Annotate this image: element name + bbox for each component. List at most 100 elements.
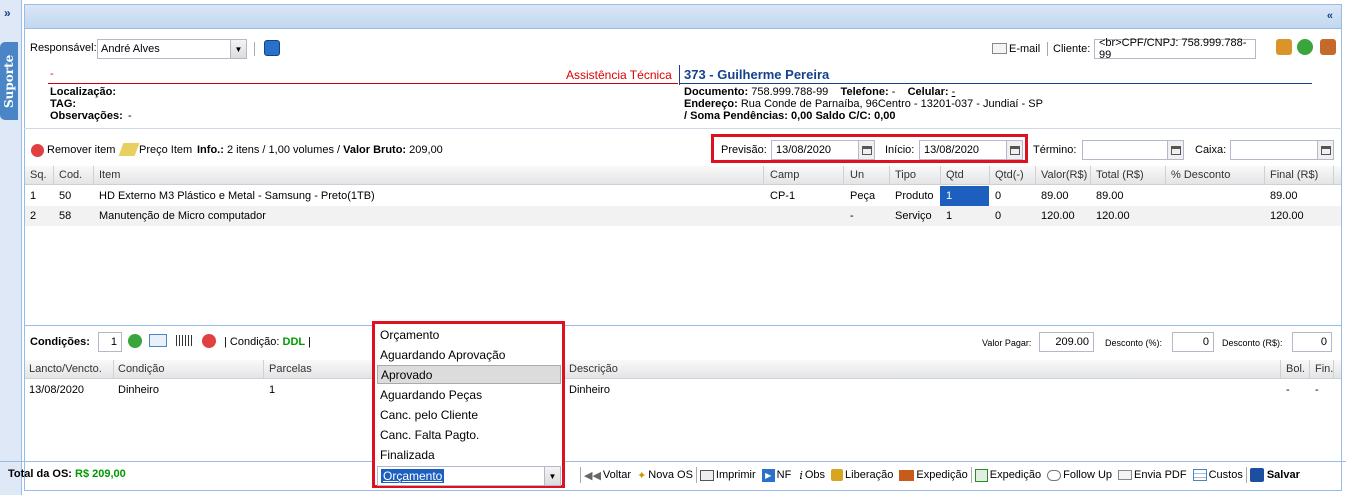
email-icon[interactable] [992,43,1007,54]
nova-os-button[interactable]: ✦ Nova OS [637,469,693,482]
col-header[interactable]: Cod. [59,169,82,181]
desconto-pct-label: Desconto (%): [1105,338,1163,348]
col-header[interactable]: Qtd(-) [995,169,1024,181]
card-icon[interactable] [149,334,167,347]
liberacao-label: Liberação [845,469,894,481]
previsao-label: Previsão: [721,144,767,156]
cell-cod: 50 [59,190,72,202]
client-title: 373 - Guilherme Pereira [684,67,830,82]
endereco-value: Rua Conde de Parnaíba, 96Centro - 13201-… [740,98,1043,110]
add-icon[interactable] [128,334,142,348]
chevron-down-icon[interactable]: ▼ [544,467,560,485]
table-icon [1192,469,1207,481]
panel-header: « [24,4,1342,29]
desconto-rs-input[interactable]: 0 [1292,332,1332,352]
wand-icon: ✦ [637,469,647,482]
col-header[interactable]: Sq. [30,169,47,181]
user-edit-icon[interactable] [1276,39,1292,55]
status-select[interactable]: Orçamento ▼ [377,466,561,486]
cliente-input[interactable]: <br>CPF/CNPJ: 758.999.788-99 [1094,37,1256,61]
col-header[interactable]: Item [99,169,120,181]
refresh-icon[interactable] [1297,39,1313,55]
remove-icon[interactable] [202,334,216,348]
col-header[interactable]: Valor(R$) [1041,169,1087,181]
inicio-input[interactable]: 13/08/2020 [919,140,1023,160]
condicoes-count-input[interactable]: 1 [98,332,122,352]
barcode-icon[interactable] [176,335,194,346]
caixa-label: Caixa: [1195,144,1227,156]
cell-final: 89.00 [1270,190,1298,202]
salvar-button[interactable]: Salvar [1249,468,1300,482]
status-option[interactable]: Canc. pelo Cliente [377,405,561,424]
liberacao-button[interactable]: Liberação [831,469,893,481]
envia-pdf-button[interactable]: Envia PDF [1118,469,1187,481]
table-row[interactable]: 2 58 Manutenção de Micro computador - Se… [25,206,1341,226]
termino-input[interactable] [1082,140,1184,160]
celular-value[interactable]: - [952,86,956,98]
desconto-pct-input[interactable]: 0 [1172,332,1214,352]
divider [679,83,1312,84]
chat-icon [1047,469,1062,481]
status-option[interactable]: Orçamento [377,325,561,344]
col-header[interactable]: Final (R$) [1270,169,1318,181]
valor-pagar-input[interactable]: 209.00 [1039,332,1094,352]
col-header[interactable]: Bol. [1286,363,1305,375]
cell-un: Peça [850,190,876,202]
calculator-icon[interactable] [264,40,280,56]
total-value: R$ 209,00 [75,468,126,480]
table-row[interactable]: 13/08/2020 Dinheiro 1 Dinheiro - - [25,380,1341,400]
calendar-icon[interactable] [858,141,874,159]
responsavel-select[interactable]: André Alves ▼ [97,39,247,59]
expedicao-sheet-button[interactable]: Expedição [974,468,1042,482]
save-icon [1249,468,1264,482]
suporte-tab[interactable]: Suporte [0,42,18,120]
cell-total: 120.00 [1096,210,1130,222]
divider [1047,42,1048,56]
cell-qtd-selected[interactable]: 1 [940,186,989,206]
imprimir-button[interactable]: Imprimir [699,469,756,481]
valor-bruto-value: 209,00 [409,144,443,156]
col-header[interactable]: Tipo [895,169,916,181]
status-option-hovered[interactable]: Aprovado [377,365,561,384]
calendar-icon[interactable] [1006,141,1022,159]
calendar-icon[interactable] [1317,141,1333,159]
preco-item-button[interactable]: Preço Item [139,144,192,156]
col-header[interactable]: Qtd [946,169,964,181]
expand-icon[interactable]: » [4,6,11,20]
email-link[interactable]: E-mail [1009,43,1040,55]
items-grid-header: Sq. Cod. Item Camp Un Tipo Qtd Qtd(-) Va… [25,166,1341,185]
previsao-input[interactable]: 13/08/2020 [771,140,875,160]
status-option[interactable]: Aguardando Peças [377,385,561,404]
custos-button[interactable]: Custos [1192,469,1243,481]
remover-item-button[interactable]: Remover item [47,144,115,156]
col-header[interactable]: Total (R$) [1096,169,1144,181]
table-row[interactable]: 1 50 HD Externo M3 Plástico e Metal - Sa… [25,186,1341,206]
calendar-icon[interactable] [1167,141,1183,159]
nf-button[interactable]: ▶ NF [761,468,791,482]
info-value: 2 itens / 1,00 volumes / [226,144,341,156]
voltar-button[interactable]: ◀◀ Voltar [584,469,631,482]
remove-icon[interactable] [31,144,44,157]
col-header[interactable]: Camp [770,169,799,181]
col-header[interactable]: Condição [118,363,164,375]
collapse-icon[interactable]: « [1327,10,1333,22]
status-option[interactable]: Canc. Falta Pagto. [377,425,561,444]
caixa-input[interactable] [1230,140,1334,160]
col-header[interactable]: Parcelas [269,363,312,375]
status-option[interactable]: Aguardando Aprovação [377,345,561,364]
expedicao-label: Expedição [989,469,1042,481]
col-header[interactable]: Fin. [1315,363,1333,375]
col-header[interactable]: Lancto/Vencto. [29,363,102,375]
col-header[interactable]: Un [850,169,864,181]
back-icon: ◀◀ [584,469,601,482]
col-header[interactable]: Descrição [569,363,618,375]
info-summary: Info.: 2 itens / 1,00 volumes / Valor Br… [197,144,443,156]
follow-up-button[interactable]: Follow Up [1047,469,1112,481]
expedicao-truck-button[interactable]: Expedição [899,469,968,481]
custos-label: Custos [1208,469,1243,481]
col-header[interactable]: % Desconto [1171,169,1230,181]
user-add-icon[interactable] [1320,39,1336,55]
obs-button[interactable]: i Obs [799,469,825,482]
chevron-down-icon[interactable]: ▼ [230,40,246,58]
status-option[interactable]: Finalizada [377,445,561,464]
